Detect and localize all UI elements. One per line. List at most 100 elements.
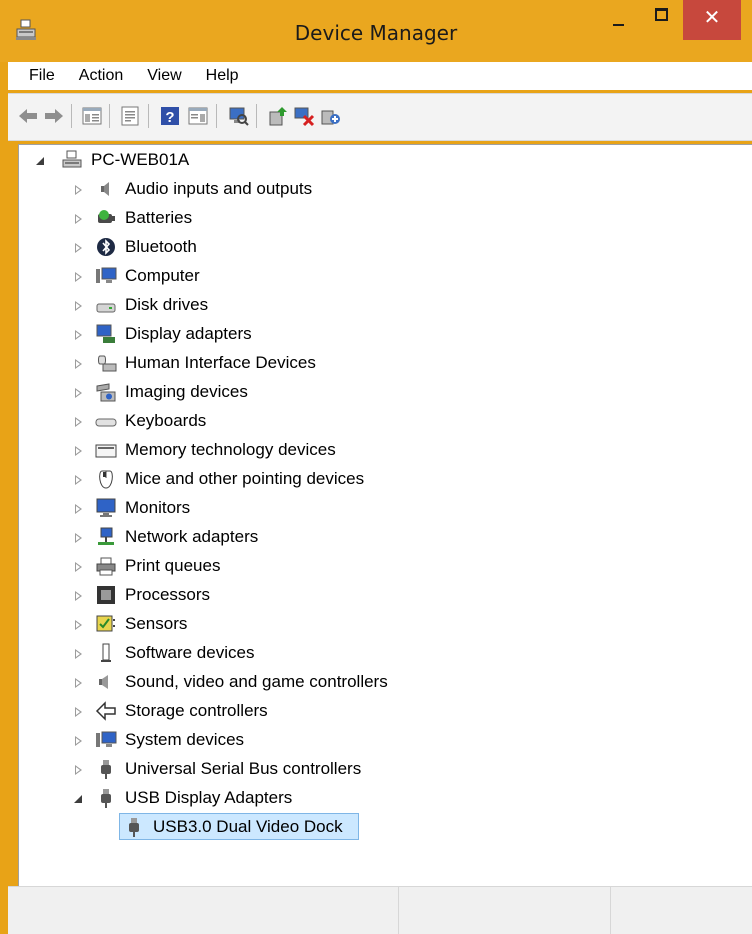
mouse-icon <box>99 470 113 489</box>
tree-category-sensors[interactable]: Sensors <box>19 610 719 639</box>
menu-action[interactable]: Action <box>67 67 135 85</box>
tree-category-computer[interactable]: Computer <box>19 262 719 291</box>
menu-help[interactable]: Help <box>194 67 251 85</box>
expand-arrow-icon[interactable] <box>73 183 85 197</box>
update-driver-icon[interactable] <box>266 104 290 128</box>
tree-category-software-devices[interactable]: Software devices <box>19 639 719 668</box>
expand-arrow-icon[interactable] <box>73 444 85 458</box>
tree-category-network[interactable]: Network adapters <box>19 523 719 552</box>
device-tree[interactable]: PC-WEB01A Audio inputs and outputs Batte… <box>18 144 752 886</box>
system-device-icon <box>96 731 117 747</box>
computer-root-icon <box>62 150 82 168</box>
expand-arrow-icon[interactable] <box>73 647 85 661</box>
collapse-arrow-icon[interactable] <box>73 792 85 806</box>
status-pane-middle <box>399 887 611 934</box>
tree-category-bluetooth[interactable]: Bluetooth <box>19 233 719 262</box>
add-legacy-hardware-icon[interactable] <box>318 104 342 128</box>
tree-category-mice[interactable]: Mice and other pointing devices <box>19 465 719 494</box>
bluetooth-icon <box>97 238 115 256</box>
tree-category-memory[interactable]: Memory technology devices <box>19 436 719 465</box>
expand-arrow-icon[interactable] <box>73 386 85 400</box>
expand-arrow-icon[interactable] <box>73 241 85 255</box>
tree-category-print-queues[interactable]: Print queues <box>19 552 719 581</box>
category-label: Memory technology devices <box>125 440 336 459</box>
expand-arrow-icon[interactable] <box>73 270 85 284</box>
tree-category-sound[interactable]: Sound, video and game controllers <box>19 668 719 697</box>
usb-plug-icon <box>101 789 111 808</box>
tree-category-hid[interactable]: Human Interface Devices <box>19 349 719 378</box>
speaker-icon <box>101 182 109 196</box>
tree-category-disk-drives[interactable]: Disk drives <box>19 291 719 320</box>
sound-icon <box>99 675 108 689</box>
show-hide-console-tree-icon[interactable] <box>80 104 104 128</box>
expand-arrow-icon[interactable] <box>73 357 85 371</box>
tree-category-batteries[interactable]: Batteries <box>19 204 719 233</box>
category-label: USB Display Adapters <box>125 788 293 807</box>
tree-category-imaging[interactable]: Imaging devices <box>19 378 719 407</box>
show-hide-action-pane-icon[interactable] <box>186 104 210 128</box>
expand-arrow-icon[interactable] <box>73 705 85 719</box>
hid-icon <box>98 355 117 372</box>
back-icon[interactable] <box>16 104 40 128</box>
toolbar: ? <box>8 93 752 141</box>
menu-view[interactable]: View <box>135 67 193 85</box>
tree-category-audio[interactable]: Audio inputs and outputs <box>19 175 719 204</box>
toolbar-separator <box>148 104 149 128</box>
expand-arrow-icon[interactable] <box>73 676 85 690</box>
tree-category-keyboards[interactable]: Keyboards <box>19 407 719 436</box>
tree-category-system-devices[interactable]: System devices <box>19 726 719 755</box>
expand-arrow-icon[interactable] <box>73 589 85 603</box>
camera-icon <box>96 383 116 402</box>
category-label: Human Interface Devices <box>125 353 316 372</box>
tree-category-storage-controllers[interactable]: Storage controllers <box>19 697 719 726</box>
toolbar-separator <box>256 104 257 128</box>
tree-category-processors[interactable]: Processors <box>19 581 719 610</box>
category-label: Audio inputs and outputs <box>125 179 313 198</box>
expand-arrow-icon[interactable] <box>73 734 85 748</box>
expand-arrow-icon[interactable] <box>73 212 85 226</box>
category-label: Bluetooth <box>125 237 197 256</box>
tree-root[interactable]: PC-WEB01A <box>19 146 719 175</box>
scan-for-hardware-changes-icon[interactable] <box>226 104 250 128</box>
category-label: Display adapters <box>125 324 252 343</box>
close-button[interactable]: ✕ <box>683 0 741 40</box>
tree-device-usb-dock[interactable]: USB3.0 Dual Video Dock <box>19 813 719 842</box>
expand-arrow-icon[interactable] <box>73 415 85 429</box>
forward-icon[interactable] <box>42 104 66 128</box>
category-label: Batteries <box>125 208 193 227</box>
expand-arrow-icon[interactable] <box>73 531 85 545</box>
expand-arrow-icon[interactable] <box>73 763 85 777</box>
tree-category-usb-display-adapters[interactable]: USB Display Adapters <box>19 784 719 813</box>
category-label: Network adapters <box>125 527 259 546</box>
category-label: Storage controllers <box>125 701 268 720</box>
expand-arrow-icon[interactable] <box>73 299 85 313</box>
properties-icon[interactable] <box>118 104 142 128</box>
category-label: Universal Serial Bus controllers <box>125 759 362 778</box>
title-bar[interactable]: Device Manager ✕ <box>0 0 752 62</box>
tree-category-usb-controllers[interactable]: Universal Serial Bus controllers <box>19 755 719 784</box>
expand-arrow-icon[interactable] <box>73 328 85 342</box>
root-label: PC-WEB01A <box>91 150 190 169</box>
uninstall-device-icon[interactable] <box>292 104 316 128</box>
category-label: Processors <box>125 585 211 604</box>
expand-arrow-icon[interactable] <box>73 618 85 632</box>
help-icon[interactable]: ? <box>158 104 182 128</box>
category-label: Disk drives <box>125 295 209 314</box>
expand-arrow-icon[interactable] <box>73 502 85 516</box>
menu-file[interactable]: File <box>8 67 67 85</box>
category-label: Mice and other pointing devices <box>125 469 365 488</box>
category-label: Sound, video and game controllers <box>125 672 388 691</box>
usb-plug-icon <box>129 818 139 837</box>
collapse-arrow-icon[interactable] <box>35 154 47 168</box>
expand-arrow-icon[interactable] <box>73 560 85 574</box>
software-device-icon <box>101 643 111 662</box>
tree-category-monitors[interactable]: Monitors <box>19 494 719 523</box>
expand-arrow-icon[interactable] <box>73 473 85 487</box>
printer-icon <box>96 557 116 576</box>
maximize-button[interactable] <box>641 0 681 38</box>
toolbar-separator <box>71 104 72 128</box>
minimize-button[interactable] <box>599 0 641 38</box>
device-label: USB3.0 Dual Video Dock <box>153 817 343 836</box>
sensor-icon <box>96 615 115 632</box>
tree-category-display-adapters[interactable]: Display adapters <box>19 320 719 349</box>
